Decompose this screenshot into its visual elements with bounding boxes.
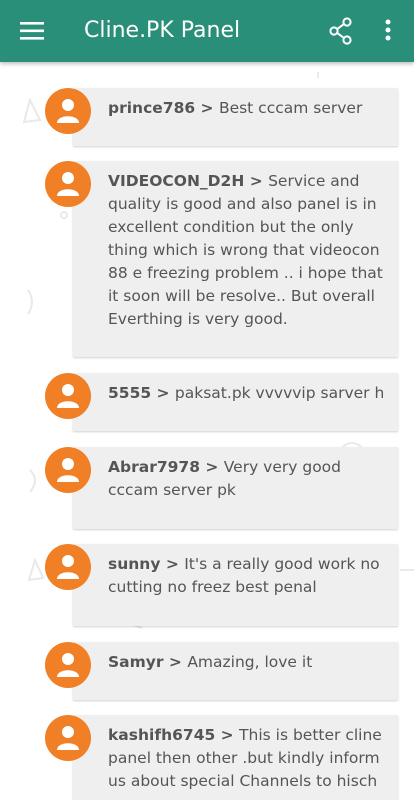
review-author: Abrar7978 <box>108 458 200 476</box>
user-avatar <box>45 447 91 493</box>
share-icon[interactable] <box>328 17 354 45</box>
review-separator: > <box>163 653 188 671</box>
user-icon <box>57 726 79 750</box>
review-text: Best cccam server <box>218 99 363 117</box>
review-card: Abrar7978 > Very very good cccam server … <box>73 447 398 529</box>
review-text: Service and quality is good and also pan… <box>108 172 383 328</box>
review-card: Samyr > Amazing, love it <box>73 642 398 700</box>
user-avatar <box>45 88 91 134</box>
review-card: sunny > It's a really good work no cutti… <box>73 544 398 626</box>
review-separator: > <box>195 99 219 117</box>
review-author: kashifh6745 <box>108 726 216 744</box>
user-avatar <box>45 642 91 688</box>
app-bar: Cline.PK Panel <box>0 0 414 62</box>
user-avatar <box>45 161 91 207</box>
review-card: VIDEOCON_D2H > Service and quality is go… <box>73 161 398 357</box>
user-icon <box>57 99 79 123</box>
review-author: 5555 <box>108 384 152 402</box>
review-separator: > <box>244 172 269 190</box>
review-text: Amazing, love it <box>187 653 313 671</box>
user-icon <box>57 384 79 408</box>
menu-icon[interactable] <box>20 20 44 42</box>
review-card: kashifh6745 > This is better cline panel… <box>73 715 398 800</box>
app-title: Cline.PK Panel <box>84 18 241 43</box>
review-list[interactable]: prince786 > Best cccam server VIDEOCON_D… <box>0 62 414 800</box>
review-card: 5555 > paksat.pk vvvvvip sarver h <box>73 373 398 431</box>
user-avatar <box>45 544 91 590</box>
review-separator: > <box>160 555 185 573</box>
user-icon <box>57 555 79 579</box>
review-separator: > <box>215 726 240 744</box>
review-author: Samyr <box>108 653 164 671</box>
user-avatar <box>45 373 91 419</box>
review-text: paksat.pk vvvvvip sarver h <box>174 384 385 402</box>
review-card: prince786 > Best cccam server <box>73 88 398 146</box>
review-author: sunny <box>108 555 161 573</box>
user-avatar <box>45 715 91 761</box>
app-screen: Cline.PK Panel prince786 > Best cccam se… <box>0 0 414 800</box>
more-vert-icon[interactable] <box>380 17 396 45</box>
review-author: VIDEOCON_D2H <box>108 172 245 190</box>
user-icon <box>57 172 79 196</box>
review-separator: > <box>199 458 224 476</box>
user-icon <box>57 653 79 677</box>
review-separator: > <box>151 384 175 402</box>
review-author: prince786 <box>108 99 196 117</box>
user-icon <box>57 458 79 482</box>
